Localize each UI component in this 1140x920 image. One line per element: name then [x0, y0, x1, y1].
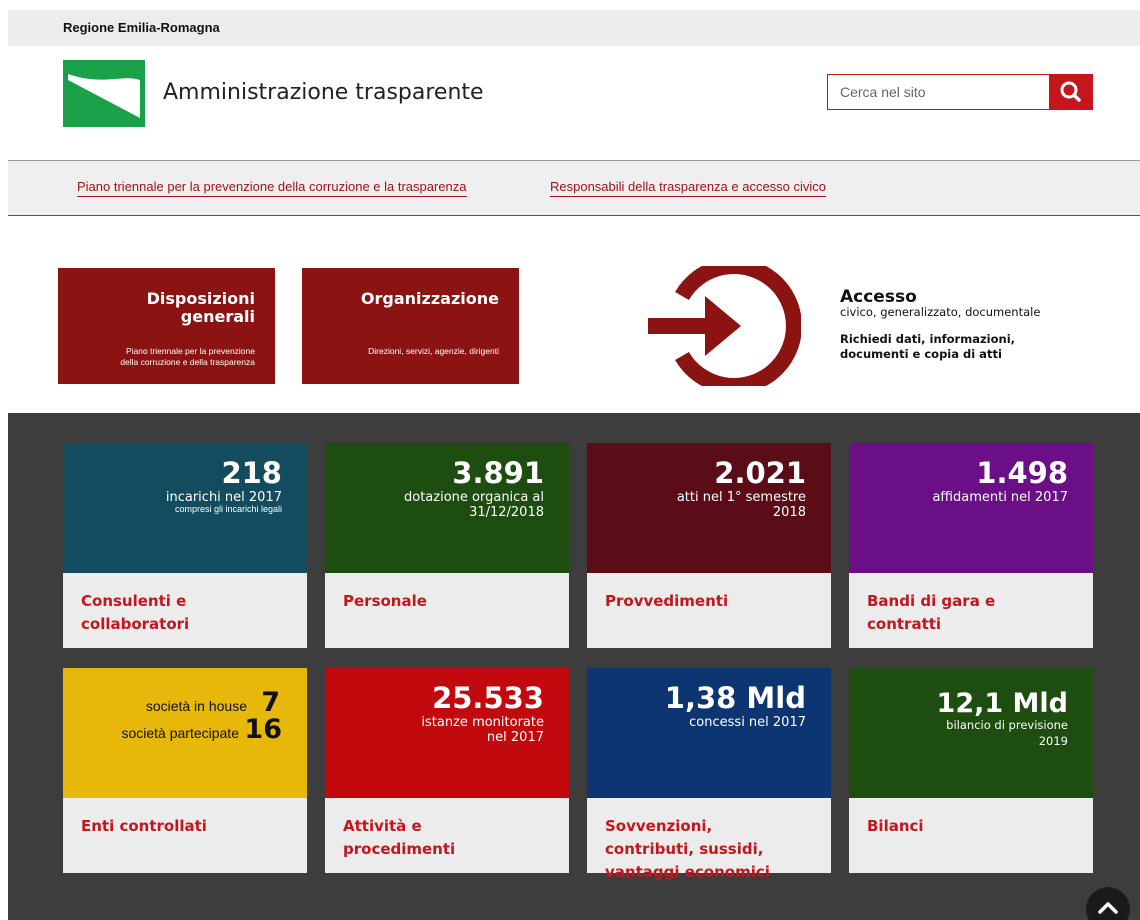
card-attivita-procedimenti[interactable]: 25.533 istanze monitorate nel 2017 Attiv…: [325, 668, 569, 873]
tile-subtitle: Direzioni, servizi, agenzie, dirigenti: [368, 346, 499, 356]
stat-description: incarichi nel 2017: [165, 490, 282, 505]
card-stats-panel: 2.021 atti nel 1° semestre 2018: [587, 443, 831, 573]
partecipate-label: società partecipate: [121, 725, 239, 741]
card-stats-panel: 1.498 affidamenti nel 2017: [849, 443, 1093, 573]
partecipate-number: 16: [244, 714, 282, 745]
stat-description: affidamenti nel 2017: [932, 490, 1068, 505]
card-label: Bandi di gara e contratti: [867, 592, 996, 633]
card-provvedimenti[interactable]: 2.021 atti nel 1° semestre 2018 Provvedi…: [587, 443, 831, 648]
stat-number: 1.498: [976, 456, 1068, 490]
card-label: Personale: [343, 592, 427, 610]
region-logo-icon[interactable]: [63, 60, 145, 127]
stat-description: bilancio di previsione 2019: [946, 718, 1068, 748]
search-form: [827, 74, 1093, 110]
tile-disposizioni-generali[interactable]: Disposizioni generali Piano triennale pe…: [58, 268, 275, 384]
access-cta[interactable]: Richiedi dati, informazioni, documenti e…: [840, 332, 1015, 362]
search-input[interactable]: [827, 74, 1049, 110]
stat-number: 1,38 Mld: [664, 681, 806, 715]
top-bar: Regione Emilia-Romagna: [8, 10, 1140, 46]
card-sovvenzioni-contributi[interactable]: 1,38 Mld concessi nel 2017 Sovvenzioni, …: [587, 668, 831, 881]
card-stats-panel: 3.891 dotazione organica al 31/12/2018: [325, 443, 569, 573]
access-title[interactable]: Accesso: [840, 287, 917, 307]
card-enti-controllati[interactable]: società in house 7 società partecipate 1…: [63, 668, 307, 873]
card-consulenti-collaboratori[interactable]: 218 incarichi nel 2017 compresi gli inca…: [63, 443, 307, 648]
stat-number: 2.021: [714, 456, 806, 490]
tile-title: Organizzazione: [360, 289, 499, 308]
stat-number: 25.533: [432, 681, 544, 715]
site-title[interactable]: Amministrazione trasparente: [163, 80, 484, 105]
card-stats-panel: 25.533 istanze monitorate nel 2017: [325, 668, 569, 798]
stat-description: dotazione organica al 31/12/2018: [404, 490, 544, 520]
stat-description: istanze monitorate nel 2017: [421, 715, 544, 745]
stat-note: compresi gli incarichi legali: [174, 504, 282, 514]
card-stats-panel: 12,1 Mld bilancio di previsione 2019: [849, 668, 1093, 798]
stat-number: 12,1 Mld: [936, 688, 1068, 719]
card-bandi-gara-contratti[interactable]: 1.498 affidamenti nel 2017 Bandi di gara…: [849, 443, 1093, 648]
card-label: Sovvenzioni, contributi, sussidi, vantag…: [605, 817, 770, 881]
card-stats-panel: società in house 7 società partecipate 1…: [63, 668, 307, 798]
region-name: Regione Emilia-Romagna: [63, 20, 220, 35]
card-label: Attività e procedimenti: [343, 817, 456, 858]
card-label: Bilanci: [867, 817, 924, 835]
card-personale[interactable]: 3.891 dotazione organica al 31/12/2018 P…: [325, 443, 569, 648]
card-label: Enti controllati: [81, 817, 207, 835]
tile-organizzazione[interactable]: Organizzazione Direzioni, servizi, agenz…: [302, 268, 519, 384]
chevron-up-icon: [1098, 902, 1118, 914]
stat-description: atti nel 1° semestre 2018: [676, 490, 806, 520]
card-stats-panel: 1,38 Mld concessi nel 2017: [587, 668, 831, 798]
search-icon: [1060, 81, 1081, 102]
stat-number: 3.891: [452, 456, 544, 490]
card-label: Consulenti e collaboratori: [81, 592, 190, 633]
stat-number: 218: [221, 456, 282, 490]
inhouse-label: società in house: [145, 698, 247, 714]
tile-subtitle: Piano triennale per la prevenzione della…: [120, 346, 255, 367]
link-responsabili-trasparenza[interactable]: Responsabili della trasparenza e accesso…: [550, 179, 827, 197]
access-subtitle: civico, generalizzato, documentale: [840, 305, 1041, 319]
card-stats-panel: 218 incarichi nel 2017 compresi gli inca…: [63, 443, 307, 573]
card-label: Provvedimenti: [605, 592, 729, 610]
scroll-top-button[interactable]: [1086, 887, 1130, 920]
tile-title: Disposizioni generali: [146, 289, 255, 326]
card-bilanci[interactable]: 12,1 Mld bilancio di previsione 2019 Bil…: [849, 668, 1093, 873]
quick-links-bar: Piano triennale per la prevenzione della…: [8, 160, 1140, 216]
access-arrow-icon[interactable]: [645, 266, 801, 386]
stat-description: concessi nel 2017: [689, 715, 806, 730]
link-piano-triennale[interactable]: Piano triennale per la prevenzione della…: [77, 179, 467, 197]
search-button[interactable]: [1049, 74, 1093, 110]
